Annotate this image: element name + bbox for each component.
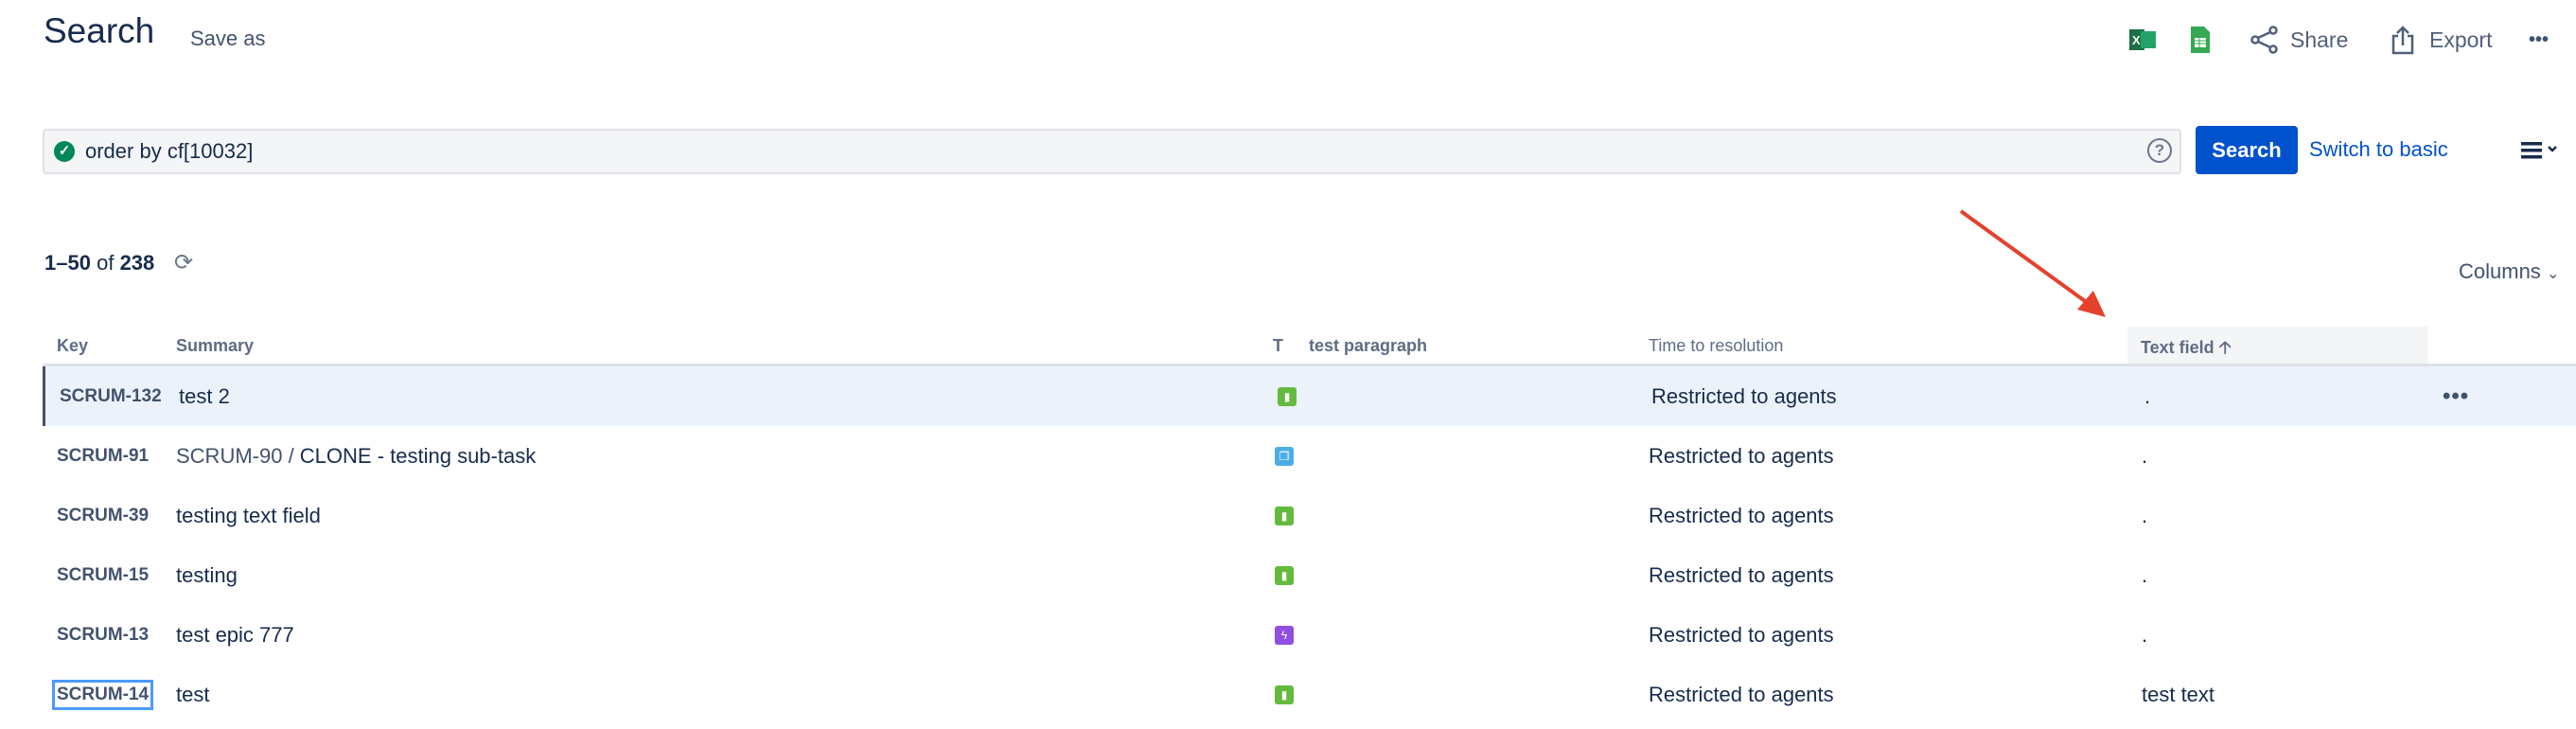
issue-summary[interactable]: test 2 — [179, 384, 230, 409]
more-actions-button[interactable]: ••• — [2529, 21, 2549, 59]
text-field-cell: . — [2142, 562, 2148, 587]
arrow-up-icon: 🡡 — [2218, 338, 2232, 357]
text-field-cell: test text — [2142, 682, 2215, 706]
text-field-cell: . — [2142, 443, 2148, 468]
export-button[interactable]: Export — [2391, 21, 2492, 59]
issue-summary[interactable]: testing text field — [176, 504, 321, 528]
table-row[interactable]: SCRUM-14 test ▮ Restricted to agents tes… — [43, 665, 2576, 724]
subtask-type-icon: ❐ — [1275, 446, 1294, 466]
issue-key-link[interactable]: SCRUM-15 — [57, 565, 149, 586]
excel-export-icon[interactable]: X — [2129, 21, 2156, 59]
column-header-test-paragraph[interactable]: test paragraph — [1309, 336, 1427, 356]
search-button[interactable]: Search — [2196, 126, 2298, 174]
table-row[interactable]: SCRUM-13 test epic 777 ϟ Restricted to a… — [43, 605, 2576, 665]
column-header-key[interactable]: Key — [57, 336, 88, 356]
time-to-resolution-cell: Restricted to agents — [1649, 622, 1834, 647]
issue-summary[interactable]: test — [176, 683, 209, 707]
view-menu-button[interactable] — [2521, 138, 2567, 168]
save-as-button[interactable]: Save as — [190, 27, 266, 51]
issue-key-link[interactable]: SCRUM-13 — [57, 625, 149, 646]
list-view-icon — [2521, 142, 2557, 159]
refresh-icon[interactable]: ⟳ — [174, 249, 193, 276]
issue-key-link[interactable]: SCRUM-39 — [57, 506, 149, 526]
time-to-resolution-cell: Restricted to agents — [1649, 562, 1834, 587]
column-header-time-to-resolution[interactable]: Time to resolution — [1649, 336, 1783, 356]
issue-summary[interactable]: testing — [176, 563, 238, 588]
time-to-resolution-cell: Restricted to agents — [1649, 503, 1834, 527]
jql-search-input[interactable]: ✓ order by cf[10032] ? — [43, 129, 2181, 174]
chevron-down-icon: ⌄ — [2546, 266, 2560, 282]
google-sheets-icon[interactable] — [2191, 21, 2210, 59]
share-icon — [2250, 26, 2278, 54]
table-row[interactable]: SCRUM-132 test 2 ▮ Restricted to agents … — [43, 366, 2576, 426]
story-type-icon: ▮ — [1275, 506, 1294, 525]
text-field-cell: . — [2142, 622, 2148, 647]
columns-button[interactable]: Columns ⌄ — [2459, 259, 2559, 284]
row-actions-button[interactable]: ••• — [2443, 383, 2469, 410]
table-row[interactable]: SCRUM-39 testing text field ▮ Restricted… — [43, 486, 2576, 545]
issue-key-link[interactable]: SCRUM-91 — [57, 446, 149, 467]
issue-key-link[interactable]: SCRUM-14 — [51, 679, 154, 710]
time-to-resolution-cell: Restricted to agents — [1649, 682, 1834, 706]
time-to-resolution-cell: Restricted to agents — [1649, 443, 1834, 468]
annotation-arrow — [1959, 209, 2106, 317]
text-field-cell: . — [2144, 383, 2151, 408]
column-header-type[interactable]: T — [1273, 336, 1283, 356]
column-header-text-field[interactable]: Text field 🡡 — [2141, 336, 2232, 364]
share-label: Share — [2290, 27, 2349, 52]
issue-summary[interactable]: SCRUM-90 / CLONE - testing sub-task — [176, 444, 536, 469]
issue-summary[interactable]: test epic 777 — [176, 623, 294, 648]
share-button[interactable]: Share — [2250, 21, 2348, 59]
text-field-cell: . — [2142, 503, 2148, 527]
svg-text:X: X — [2132, 33, 2141, 47]
results-count: 1–50 of 238 — [44, 251, 155, 275]
switch-to-basic-link[interactable]: Switch to basic — [2309, 137, 2448, 162]
export-label: Export — [2429, 27, 2493, 52]
export-icon — [2391, 26, 2414, 55]
table-row[interactable]: SCRUM-91 SCRUM-90 / CLONE - testing sub-… — [43, 426, 2576, 486]
story-type-icon: ▮ — [1275, 565, 1294, 585]
story-type-icon: ▮ — [1275, 685, 1294, 704]
epic-type-icon: ϟ — [1275, 625, 1294, 645]
help-icon[interactable]: ? — [2147, 138, 2172, 163]
page-title: Search — [44, 11, 155, 50]
story-type-icon: ▮ — [1278, 386, 1297, 406]
table-row[interactable]: SCRUM-15 testing ▮ Restricted to agents … — [43, 545, 2576, 605]
valid-check-icon: ✓ — [54, 141, 75, 162]
issue-key-link[interactable]: SCRUM-132 — [60, 386, 162, 407]
column-header-summary[interactable]: Summary — [176, 336, 254, 356]
time-to-resolution-cell: Restricted to agents — [1651, 383, 1837, 408]
jql-query-text[interactable]: order by cf[10032] — [85, 139, 253, 164]
